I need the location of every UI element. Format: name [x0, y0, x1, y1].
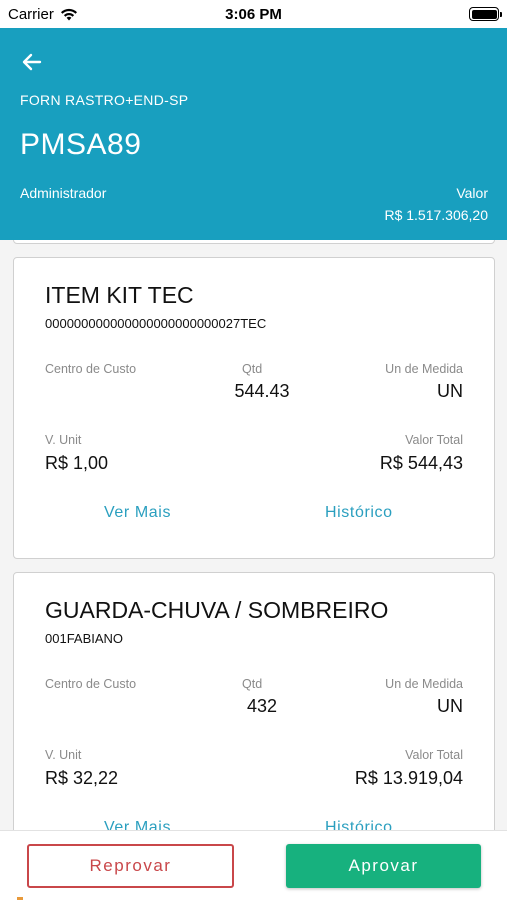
- total-value-block: Valor R$ 1.517.306,20: [384, 185, 488, 223]
- unit-price-label: V. Unit: [45, 433, 82, 447]
- total-label: Valor Total: [405, 433, 463, 447]
- user-role: Administrador: [20, 185, 107, 201]
- cost-center-label: Centro de Custo: [45, 677, 137, 691]
- battery-level: [471, 9, 497, 19]
- cost-center-label: Centro de Custo: [45, 362, 137, 376]
- item-card: ITEM KIT TEC 000000000000000000000000027…: [13, 257, 495, 559]
- value-amount: R$ 1.517.306,20: [384, 207, 488, 223]
- item-card: GUARDA-CHUVA / SOMBREIRO 001FABIANO Cent…: [13, 572, 495, 830]
- see-more-link[interactable]: Ver Mais: [104, 819, 171, 830]
- item-code: 000000000000000000000000027TEC: [45, 316, 267, 331]
- wifi-icon: [60, 8, 77, 20]
- unit-price-value: R$ 1,00: [45, 453, 109, 473]
- unit-label: Un de Medida: [385, 677, 463, 691]
- history-link[interactable]: Histórico: [325, 819, 393, 830]
- items-list[interactable]: ITEM KIT TEC 000000000000000000000000027…: [0, 240, 507, 830]
- carrier-label: Carrier: [8, 5, 54, 23]
- history-link[interactable]: Histórico: [325, 504, 393, 522]
- previous-item-card: [13, 240, 495, 244]
- total-value: R$ 13.919,04: [354, 768, 463, 788]
- approve-button[interactable]: Aprovar: [286, 844, 481, 888]
- header: FORN RASTRO+END-SP PMSA89 Administrador …: [0, 28, 507, 240]
- action-footer: Reprovar Aprovar: [0, 830, 507, 900]
- value-label: Valor: [456, 185, 488, 201]
- see-more-link[interactable]: Ver Mais: [104, 504, 171, 522]
- qty-label: Qtd: [242, 362, 263, 376]
- qty-label: Qtd: [242, 677, 263, 691]
- item-title: ITEM KIT TEC: [45, 282, 194, 308]
- qty-value: 544.43: [234, 381, 290, 401]
- unit-value: UN: [437, 381, 463, 401]
- unit-value: UN: [437, 696, 463, 716]
- supplier-name: FORN RASTRO+END-SP: [20, 92, 189, 108]
- item-title: GUARDA-CHUVA / SOMBREIRO: [45, 597, 389, 623]
- item-code: 001FABIANO: [45, 631, 124, 646]
- unit-label: Un de Medida: [385, 362, 463, 376]
- total-value: R$ 544,43: [379, 453, 463, 473]
- status-left: Carrier: [8, 6, 78, 23]
- document-id: PMSA89: [20, 128, 142, 161]
- status-bar: Carrier 3:06 PM: [0, 0, 507, 28]
- total-label: Valor Total: [405, 748, 463, 762]
- battery-icon: [469, 7, 502, 21]
- back-button[interactable]: [20, 50, 46, 74]
- unit-price-label: V. Unit: [45, 748, 82, 762]
- qty-value: 432: [246, 696, 278, 716]
- unit-price-value: R$ 32,22: [45, 768, 119, 788]
- reject-button[interactable]: Reprovar: [27, 844, 234, 888]
- arrow-left-icon: [22, 53, 42, 71]
- app-screen: Carrier 3:06 PM FORN RASTRO+END-SP PMSA8…: [0, 0, 507, 900]
